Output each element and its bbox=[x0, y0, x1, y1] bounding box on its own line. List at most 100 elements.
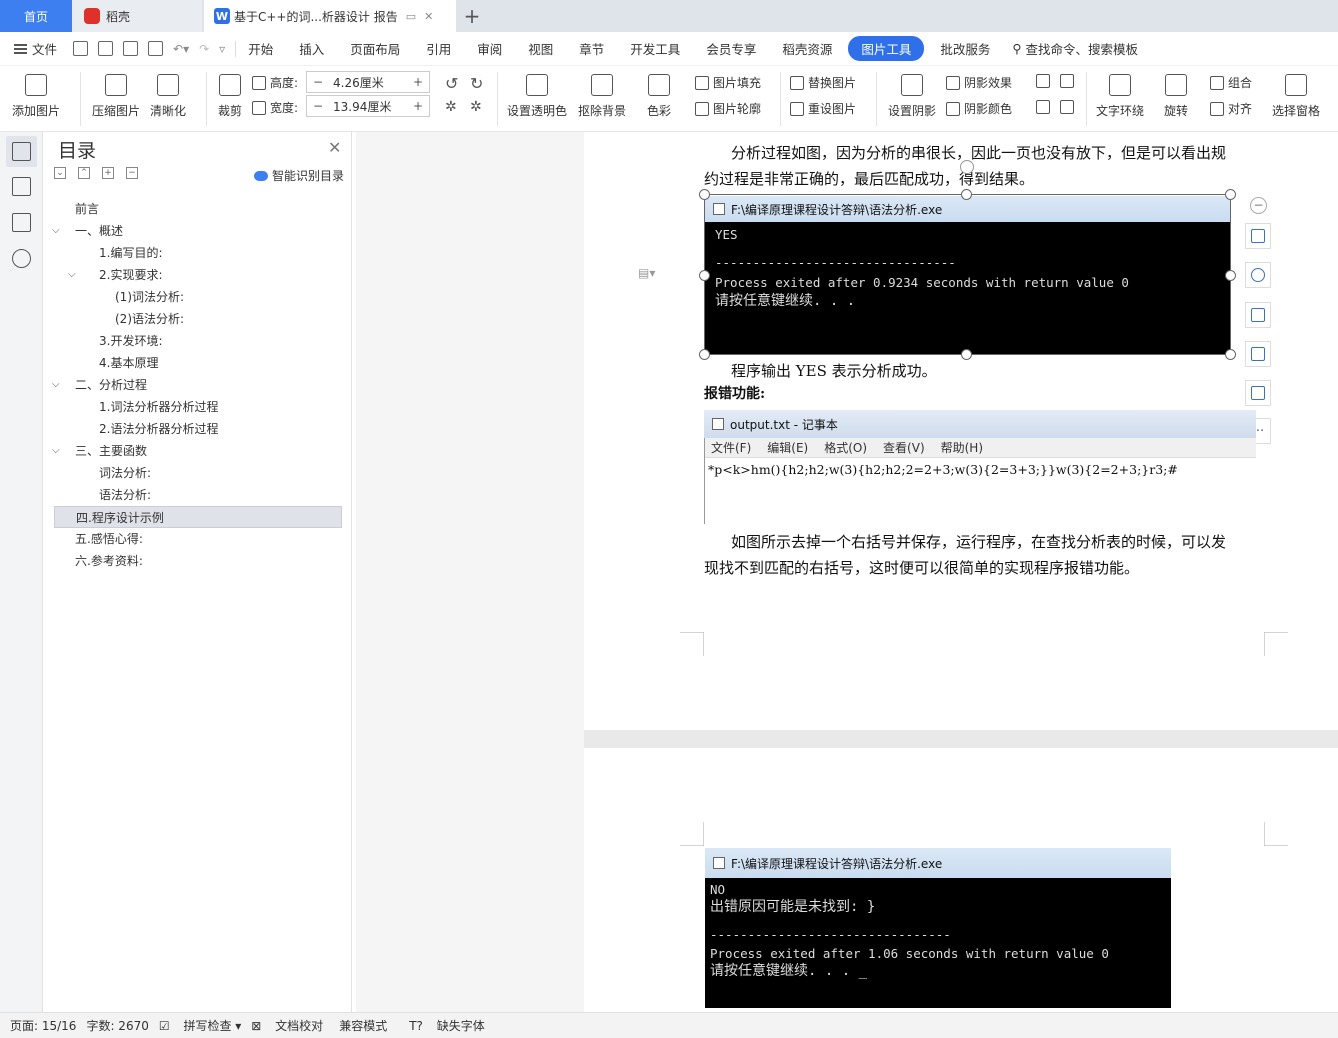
new-tab-button[interactable]: + bbox=[460, 0, 484, 32]
resize-handle[interactable] bbox=[1225, 349, 1236, 360]
shadow-up-button[interactable] bbox=[1036, 74, 1050, 88]
toc-item[interactable]: ⌵ 2.实现要求: bbox=[54, 264, 342, 286]
text-wrap-button[interactable]: 文字环绕 bbox=[1096, 74, 1144, 119]
height-decrease-button[interactable]: − bbox=[307, 75, 329, 89]
export-pdf-icon[interactable] bbox=[98, 41, 114, 56]
menu-references[interactable]: 引用 bbox=[426, 39, 451, 58]
crop-button[interactable]: 裁剪 bbox=[218, 74, 242, 119]
toc-item[interactable]: 前言 bbox=[54, 198, 342, 220]
flip-vertical-icon[interactable]: ✲ bbox=[445, 99, 457, 115]
toc-item[interactable]: 五.感悟心得: bbox=[54, 528, 342, 550]
shadow-color-button[interactable]: 阴影颜色 bbox=[946, 100, 1012, 117]
width-decrease-button[interactable]: − bbox=[307, 99, 329, 113]
chevron-down-icon[interactable]: ⌵ bbox=[52, 220, 60, 242]
reset-image-button[interactable]: 重设图片 bbox=[790, 100, 856, 117]
toc-icon[interactable] bbox=[12, 142, 31, 161]
menu-review[interactable]: 审阅 bbox=[477, 39, 502, 58]
add-image-button[interactable]: 添加图片 bbox=[12, 74, 60, 119]
remove-background-button[interactable]: 抠除背景 bbox=[578, 74, 626, 119]
notepad-image[interactable]: 文件(F) 编辑(E) 格式(O) 查看(V) 帮助(H) *p<k>hm(){… bbox=[704, 438, 1256, 524]
save-icon[interactable] bbox=[73, 41, 89, 56]
tab-close-icon[interactable]: ✕ bbox=[424, 10, 433, 23]
menu-daoke-resources[interactable]: 稻壳资源 bbox=[782, 39, 832, 58]
resize-handle[interactable] bbox=[699, 270, 710, 281]
toc-item[interactable]: (2)语法分析: bbox=[54, 308, 342, 330]
paragraph-line[interactable]: 如图所示去掉一个右括号并保存，运行程序，在查找分析表的时候，可以发 bbox=[731, 529, 1226, 555]
page-indicator[interactable]: 页面: 15/16 bbox=[10, 1017, 76, 1034]
height-increase-button[interactable]: + bbox=[407, 75, 429, 89]
image-outline-button[interactable]: 图片轮廓 bbox=[695, 100, 761, 117]
rotate-handle-icon[interactable] bbox=[960, 160, 974, 174]
sharpen-button[interactable]: 清晰化 bbox=[150, 74, 186, 119]
menu-view[interactable]: 视图 bbox=[528, 39, 553, 58]
smart-toc-button[interactable]: 智能识别目录 bbox=[254, 167, 344, 184]
image-fill-button[interactable]: 图片填充 bbox=[695, 74, 761, 91]
crop-image-button[interactable] bbox=[1245, 302, 1271, 328]
set-shadow-button[interactable]: 设置阴影 bbox=[888, 74, 936, 119]
print-preview-icon[interactable] bbox=[148, 41, 164, 56]
search-icon[interactable] bbox=[12, 249, 31, 268]
color-button[interactable]: 色彩 bbox=[647, 74, 671, 119]
toc-item[interactable]: ⌵ 二、分析过程 bbox=[52, 374, 342, 396]
align-button[interactable]: 对齐 bbox=[1210, 100, 1252, 117]
resize-handle[interactable] bbox=[1225, 270, 1236, 281]
chevron-down-icon[interactable]: ⌵ bbox=[68, 264, 76, 286]
image-to-text-button[interactable] bbox=[1245, 341, 1271, 367]
section-heading[interactable]: 报错功能: bbox=[704, 381, 765, 407]
zoom-image-button[interactable] bbox=[1245, 262, 1271, 288]
chapter-nav-icon[interactable] bbox=[12, 177, 31, 196]
compat-mode[interactable]: 兼容模式 bbox=[339, 1017, 387, 1034]
shadow-right-button[interactable] bbox=[1060, 100, 1074, 114]
toc-item[interactable]: 四.程序设计示例 bbox=[54, 506, 342, 528]
menu-member[interactable]: 会员专享 bbox=[706, 39, 756, 58]
flip-horizontal-icon[interactable]: ✲ bbox=[470, 99, 482, 115]
paragraph-line[interactable]: 约过程是非常正确的，最后匹配成功，得到结果。 bbox=[704, 166, 1034, 192]
toc-item[interactable]: 2.语法分析器分析过程 bbox=[54, 418, 342, 440]
toc-item[interactable]: 六.参考资料: bbox=[54, 550, 342, 572]
menu-review-service[interactable]: 批改服务 bbox=[940, 39, 990, 58]
height-stepper[interactable]: − 4.26厘米 + bbox=[306, 71, 430, 93]
undo-icon[interactable]: ↶▾ bbox=[173, 42, 189, 56]
resize-handle[interactable] bbox=[961, 189, 972, 200]
toc-item[interactable]: 语法分析: bbox=[54, 484, 342, 506]
resize-handle[interactable] bbox=[699, 189, 710, 200]
replace-image-button[interactable]: 替换图片 bbox=[790, 74, 856, 91]
word-count[interactable]: 字数: 2670 bbox=[86, 1017, 148, 1034]
chevron-down-icon[interactable]: ⌵ bbox=[52, 440, 60, 462]
redo-icon[interactable]: ↷ bbox=[199, 42, 209, 56]
chevron-down-icon[interactable]: ⌵ bbox=[52, 374, 60, 396]
expand-all-icon[interactable]: ⌄ bbox=[54, 167, 66, 179]
toc-item[interactable]: ⌵ 一、概述 bbox=[52, 220, 342, 242]
menu-section[interactable]: 章节 bbox=[579, 39, 604, 58]
menu-page-layout[interactable]: 页面布局 bbox=[350, 39, 400, 58]
quick-access-more-icon[interactable]: ▿ bbox=[219, 42, 225, 56]
width-value[interactable]: 13.94厘米 bbox=[329, 98, 407, 115]
shadow-left-button[interactable] bbox=[1036, 100, 1050, 114]
tab-document[interactable]: W 基于C++的词...析器设计 报告 ▭ ✕ bbox=[204, 0, 456, 32]
compress-image-button[interactable]: 压缩图片 bbox=[92, 74, 140, 119]
rotate-right-icon[interactable]: ↻ bbox=[470, 74, 483, 93]
tab-daoke[interactable]: 稻壳 bbox=[72, 0, 202, 32]
paragraph-line[interactable]: 分析过程如图，因为分析的串很长，因此一页也没有放下，但是可以看出规 bbox=[731, 140, 1226, 166]
width-stepper[interactable]: − 13.94厘米 + bbox=[306, 95, 430, 117]
selection-pane-button[interactable]: 选择窗格 bbox=[1272, 74, 1320, 119]
console-output-image[interactable]: YES -------------------------------- Pro… bbox=[705, 222, 1230, 354]
set-transparent-color-button[interactable]: 设置透明色 bbox=[507, 74, 567, 119]
width-increase-button[interactable]: + bbox=[407, 99, 429, 113]
collapse-all-icon[interactable]: ⌃ bbox=[78, 167, 90, 179]
shadow-effect-button[interactable]: 阴影效果 bbox=[946, 74, 1012, 91]
bookmark-icon[interactable] bbox=[12, 213, 31, 232]
proofread-button[interactable]: ⊠ 文档校对 bbox=[251, 1017, 323, 1034]
remove-heading-icon[interactable]: − bbox=[126, 167, 138, 179]
tab-display-icon[interactable]: ▭ bbox=[406, 10, 416, 23]
missing-font-button[interactable]: T? 缺失字体 bbox=[409, 1017, 485, 1034]
resize-handle[interactable] bbox=[961, 349, 972, 360]
image-translate-button[interactable] bbox=[1245, 380, 1271, 406]
close-icon[interactable]: ✕ bbox=[328, 138, 341, 157]
menu-picture-tools[interactable]: 图片工具 bbox=[848, 36, 925, 61]
resize-handle[interactable] bbox=[1225, 189, 1236, 200]
toc-item[interactable]: 4.基本原理 bbox=[54, 352, 342, 374]
add-heading-icon[interactable]: + bbox=[102, 167, 114, 179]
toc-item[interactable]: (1)词法分析: bbox=[54, 286, 342, 308]
toc-item[interactable]: 1.编写目的: bbox=[54, 242, 342, 264]
